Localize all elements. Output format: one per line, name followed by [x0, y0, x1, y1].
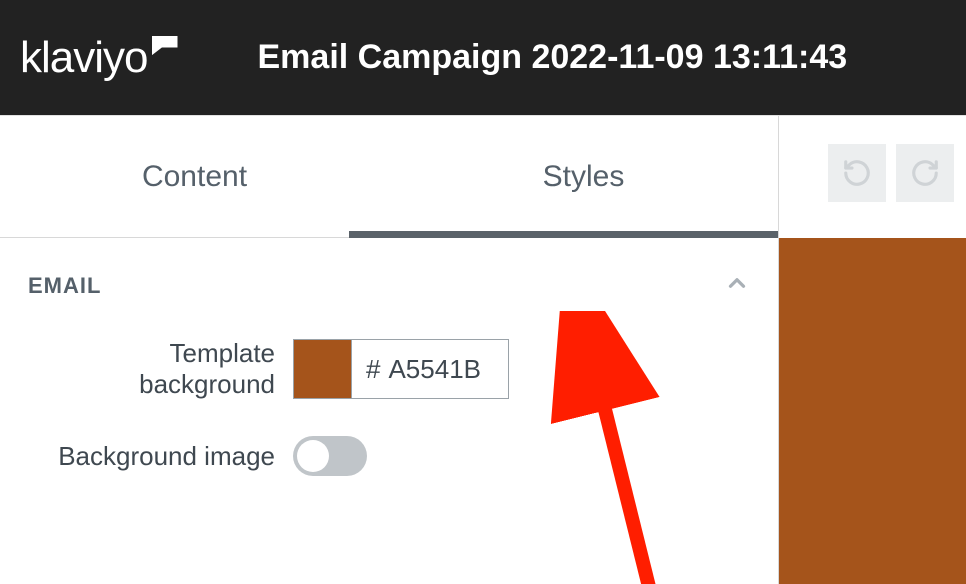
app-header: klaviyo Email Campaign 2022-11-09 13:11:…	[0, 0, 966, 115]
redo-button[interactable]	[896, 144, 954, 202]
email-section: EMAIL Template background # Background i…	[0, 238, 778, 476]
undo-button[interactable]	[828, 144, 886, 202]
background-image-label: Background image	[28, 441, 293, 472]
background-image-row: Background image	[28, 436, 750, 476]
left-panel: Content Styles EMAIL Template background…	[0, 116, 779, 584]
chevron-up-icon[interactable]	[724, 270, 750, 302]
hash-prefix: #	[352, 354, 388, 385]
panel-tabs: Content Styles	[0, 116, 778, 238]
logo-text: klaviyo	[20, 33, 148, 83]
logo-flag-icon	[152, 36, 178, 56]
klaviyo-logo: klaviyo	[20, 33, 178, 83]
template-background-row: Template background #	[28, 338, 750, 400]
template-background-color-input[interactable]: #	[293, 339, 509, 399]
campaign-title: Email Campaign 2022-11-09 13:11:43	[258, 38, 848, 77]
email-section-title: EMAIL	[28, 273, 101, 299]
color-swatch[interactable]	[294, 340, 352, 398]
email-section-header[interactable]: EMAIL	[28, 270, 750, 302]
preview-column	[779, 116, 966, 584]
template-background-label: Template background	[28, 338, 293, 400]
history-toolbar	[828, 144, 954, 202]
tab-styles[interactable]: Styles	[389, 116, 778, 237]
toggle-knob	[297, 440, 329, 472]
email-preview-canvas[interactable]	[779, 238, 966, 584]
tab-content[interactable]: Content	[0, 116, 389, 237]
background-image-toggle[interactable]	[293, 436, 367, 476]
hex-input[interactable]	[388, 340, 508, 398]
editor-body: Content Styles EMAIL Template background…	[0, 115, 966, 584]
